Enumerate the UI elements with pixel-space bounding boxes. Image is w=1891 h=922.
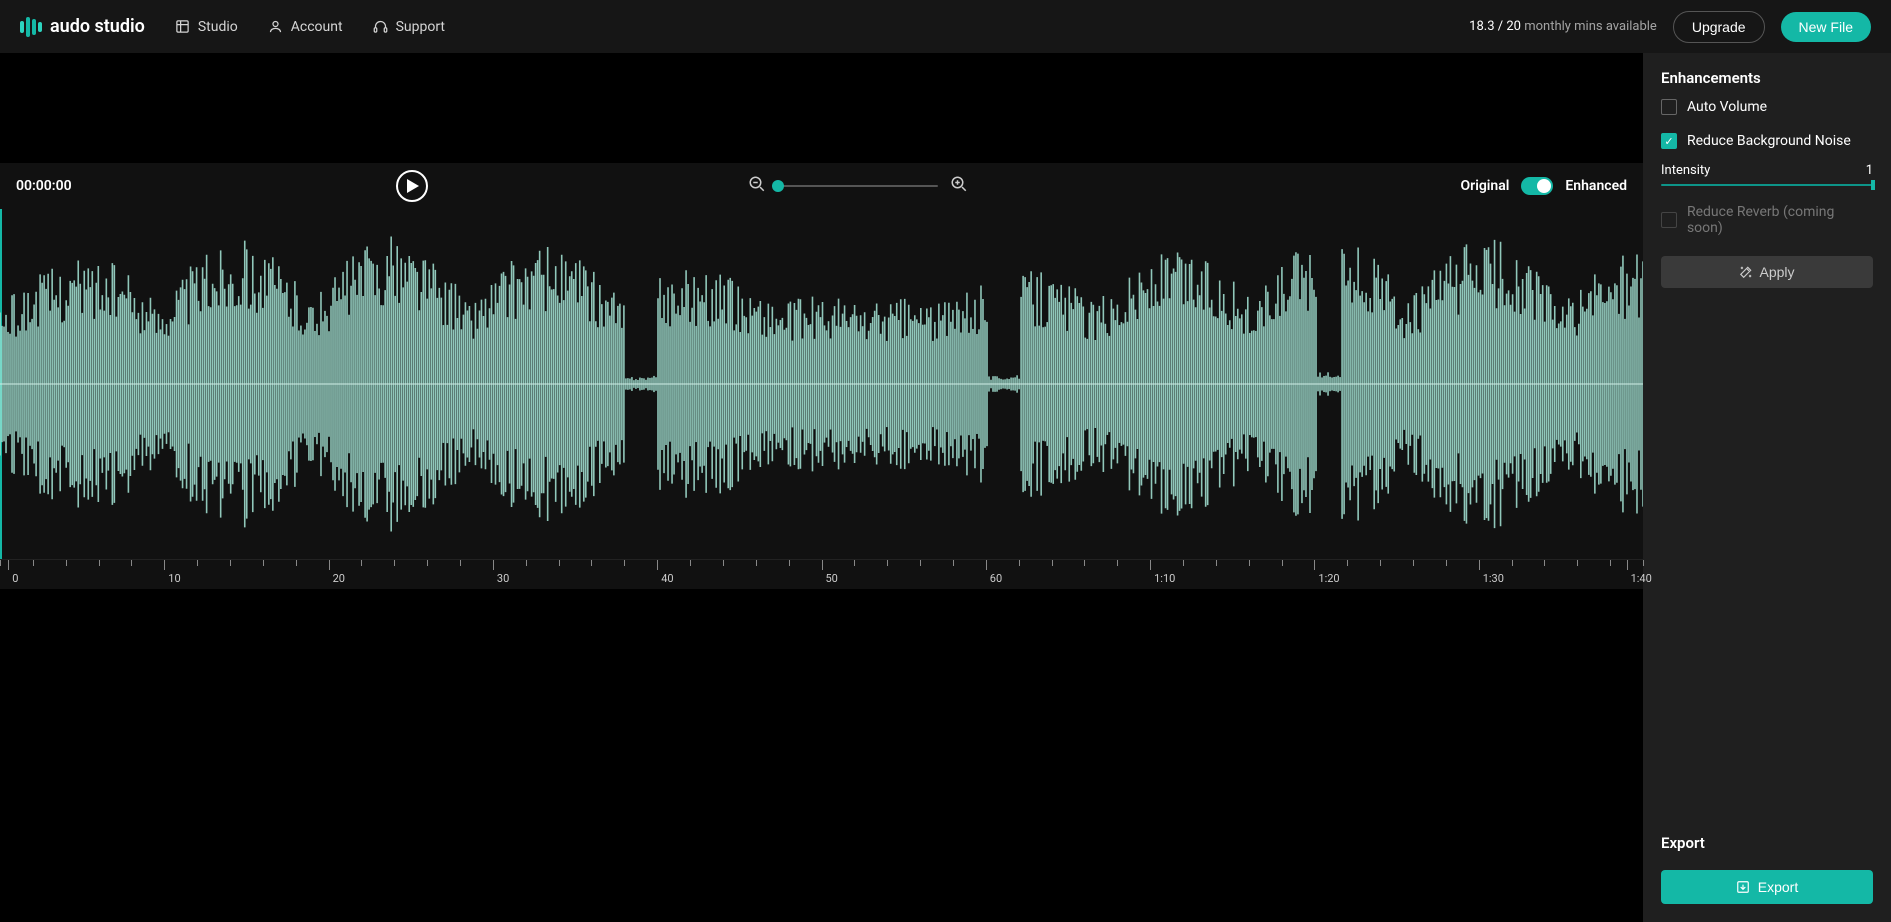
zoom-out-icon (748, 175, 766, 193)
editor-top-spacer (0, 53, 1643, 163)
headphones-icon (373, 19, 388, 34)
usage-total: 20 (1506, 19, 1521, 34)
grid-icon (175, 19, 190, 34)
wand-icon (1739, 265, 1753, 279)
enhance-switch[interactable] (1521, 177, 1553, 195)
auto-volume-label: Auto Volume (1687, 99, 1767, 115)
waveform (0, 209, 1643, 559)
zoom-controls (748, 175, 968, 197)
upgrade-button[interactable]: Upgrade (1673, 11, 1765, 43)
usage-used: 18.3 (1469, 19, 1494, 34)
usage-label: monthly mins available (1521, 19, 1657, 34)
export-title: Export (1643, 820, 1891, 866)
play-button[interactable] (396, 170, 428, 202)
time-ruler[interactable]: 01020304050601:101:201:301:40 (0, 559, 1643, 589)
export-icon (1736, 880, 1750, 894)
intensity-slider[interactable] (1661, 184, 1873, 186)
reduce-noise-checkbox[interactable] (1661, 133, 1677, 149)
reduce-reverb-label: Reduce Reverb (coming soon) (1687, 204, 1873, 236)
reduce-noise-label: Reduce Background Noise (1687, 133, 1851, 149)
waveform-area[interactable] (0, 209, 1643, 559)
logo-bars-icon (20, 17, 42, 37)
new-file-button[interactable]: New File (1781, 12, 1871, 42)
nav-support-label: Support (396, 19, 445, 35)
play-icon (407, 179, 419, 193)
intensity-control: Intensity 1 (1661, 167, 1873, 186)
nav-account-label: Account (291, 19, 343, 35)
intensity-label: Intensity (1661, 163, 1710, 178)
intensity-value: 1 (1866, 163, 1873, 178)
user-icon (268, 19, 283, 34)
enhancements-body: Auto Volume Reduce Background Noise Inte… (1643, 99, 1891, 236)
editor-bottom-spacer (0, 589, 1643, 922)
nav-studio-label: Studio (198, 19, 238, 35)
usage-meter: 18.3 / 20 monthly mins available (1469, 19, 1657, 34)
reduce-reverb-row: Reduce Reverb (coming soon) (1661, 204, 1873, 236)
zoom-slider-thumb[interactable] (772, 180, 784, 192)
brand-name: audo studio (50, 16, 145, 37)
header-right: 18.3 / 20 monthly mins available Upgrade… (1469, 11, 1871, 43)
export-label: Export (1758, 879, 1798, 895)
zoom-slider[interactable] (778, 185, 938, 187)
zoom-in-button[interactable] (950, 175, 968, 197)
nav-studio[interactable]: Studio (175, 19, 238, 35)
auto-volume-checkbox[interactable] (1661, 99, 1677, 115)
apply-button[interactable]: Apply (1661, 256, 1873, 288)
auto-volume-row[interactable]: Auto Volume (1661, 99, 1873, 115)
enhancements-title: Enhancements (1643, 53, 1891, 99)
main-nav: Studio Account Support (175, 19, 445, 35)
export-button[interactable]: Export (1661, 870, 1873, 904)
nav-account[interactable]: Account (268, 19, 343, 35)
brand-logo[interactable]: audo studio (20, 16, 145, 37)
original-label: Original (1461, 178, 1510, 194)
player-controls: 00:00:00 Original Enhanced (0, 163, 1643, 209)
enhanced-label: Enhanced (1565, 178, 1627, 194)
zoom-out-button[interactable] (748, 175, 766, 197)
app-header: audo studio Studio Account Support 18.3 … (0, 0, 1891, 53)
original-enhanced-toggle: Original Enhanced (1461, 177, 1628, 195)
sidebar: Enhancements Auto Volume Reduce Backgrou… (1643, 53, 1891, 922)
editor-pane: 00:00:00 Original Enhanced (0, 53, 1643, 922)
zoom-in-icon (950, 175, 968, 193)
content: 00:00:00 Original Enhanced (0, 53, 1891, 922)
nav-support[interactable]: Support (373, 19, 445, 35)
reduce-noise-row[interactable]: Reduce Background Noise (1661, 133, 1873, 149)
timecode: 00:00:00 (16, 178, 96, 194)
reduce-reverb-checkbox (1661, 212, 1677, 228)
apply-label: Apply (1759, 264, 1794, 280)
